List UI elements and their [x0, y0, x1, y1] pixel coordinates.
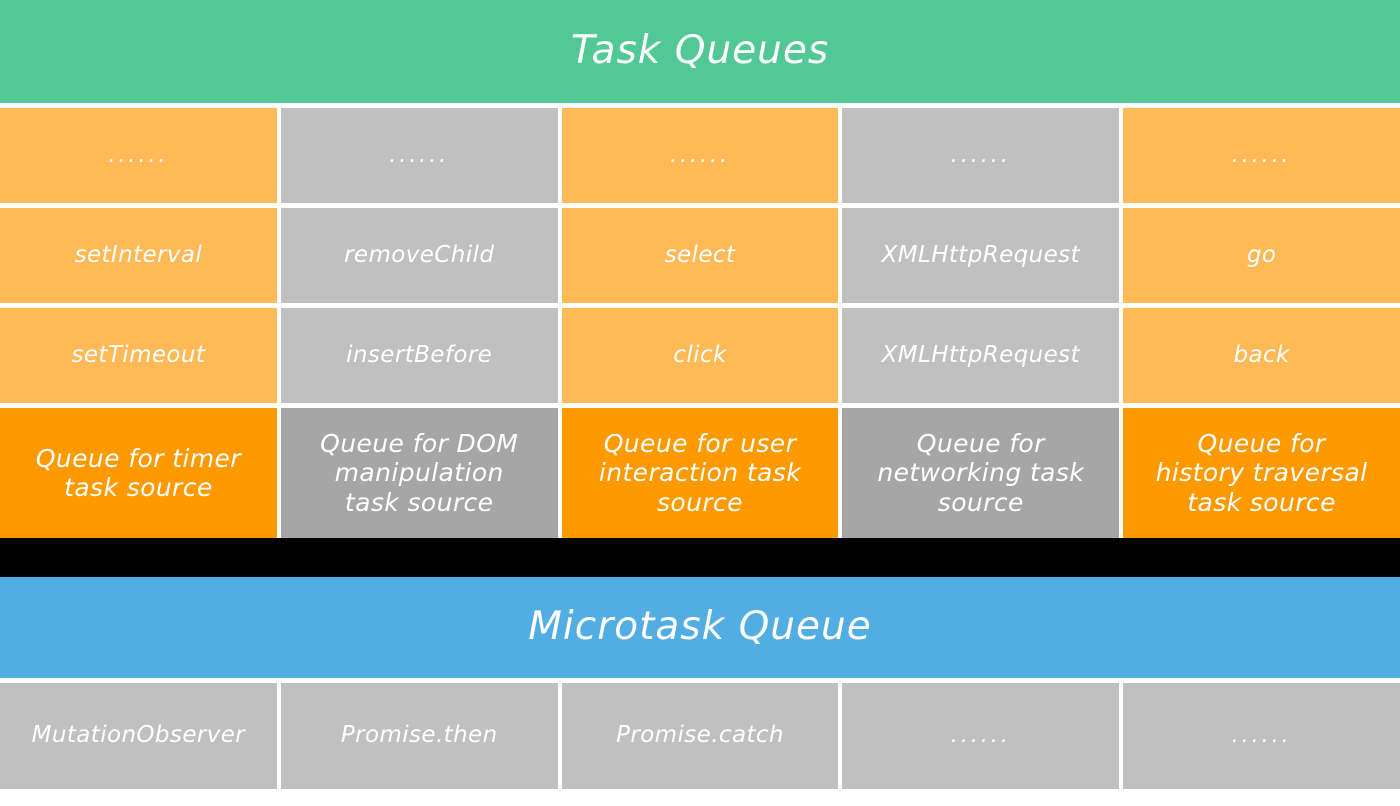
ellipsis-text: ...... — [389, 142, 450, 168]
task-cell-ellipsis-history[interactable]: ...... — [1123, 108, 1400, 203]
queue-label-dom[interactable]: Queue for DOM manipulation task source — [280, 408, 558, 538]
task-cell-ellipsis-dom[interactable]: ...... — [280, 108, 558, 203]
task-cell-click[interactable]: click — [561, 308, 839, 403]
queue-label-networking[interactable]: Queue for networking task source — [842, 408, 1120, 538]
task-cell-removechild[interactable]: removeChild — [280, 208, 558, 303]
queue-label-history-traversal[interactable]: Queue for history traversal task source — [1123, 408, 1400, 538]
ellipsis-text: ...... — [950, 723, 1011, 749]
task-entry-label: setTimeout — [71, 341, 206, 368]
microtask-cell-mutationobserver[interactable]: MutationObserver — [0, 683, 277, 789]
task-entry-label: XMLHttpRequest — [881, 241, 1080, 268]
task-queue-label-row: Queue for timer task source Queue for DO… — [0, 403, 1400, 538]
task-entry-label: removeChild — [344, 241, 495, 268]
task-queue-diagram: Task Queues ...... ...... ...... ...... … — [0, 0, 1400, 806]
task-cell-ellipsis-user[interactable]: ...... — [561, 108, 839, 203]
queue-label-text: Queue for DOM manipulation task source — [320, 428, 519, 517]
task-entry-label: setInterval — [74, 241, 203, 268]
task-queue-entry-row-2: setTimeout insertBefore click XMLHttpReq… — [0, 303, 1400, 403]
microtask-entry-label: Promise.catch — [616, 722, 784, 749]
queue-label-timer[interactable]: Queue for timer task source — [0, 408, 277, 538]
queue-label-text: Queue for history traversal task source — [1155, 428, 1368, 517]
queue-label-text: Queue for timer task source — [35, 443, 241, 503]
task-queues-title: Task Queues — [570, 28, 830, 74]
task-cell-select[interactable]: select — [561, 208, 839, 303]
task-entry-label: insertBefore — [346, 341, 493, 368]
task-cell-setinterval[interactable]: setInterval — [0, 208, 277, 303]
microtask-entry-label: MutationObserver — [31, 722, 246, 749]
microtask-cell-ellipsis-1[interactable]: ...... — [842, 683, 1120, 789]
task-queue-ellipsis-row: ...... ...... ...... ...... ...... — [0, 103, 1400, 203]
queue-label-text: Queue for user interaction task source — [598, 428, 802, 517]
microtask-cell-ellipsis-2[interactable]: ...... — [1123, 683, 1400, 789]
ellipsis-text: ...... — [1231, 723, 1292, 749]
section-separator-bar — [0, 538, 1400, 577]
task-cell-xmlhttprequest-1[interactable]: XMLHttpRequest — [842, 208, 1120, 303]
task-entry-label: click — [673, 341, 727, 368]
task-cell-ellipsis-network[interactable]: ...... — [842, 108, 1120, 203]
microtask-entry-row: MutationObserver Promise.then Promise.ca… — [0, 678, 1400, 789]
task-cell-insertbefore[interactable]: insertBefore — [280, 308, 558, 403]
task-cell-xmlhttprequest-2[interactable]: XMLHttpRequest — [842, 308, 1120, 403]
queue-label-text: Queue for networking task source — [877, 428, 1085, 517]
microtask-cell-promise-catch[interactable]: Promise.catch — [561, 683, 839, 789]
ellipsis-text: ...... — [108, 142, 169, 168]
ellipsis-text: ...... — [1231, 142, 1292, 168]
ellipsis-text: ...... — [670, 142, 730, 168]
microtask-queue-banner: Microtask Queue — [0, 577, 1400, 678]
task-entry-label: go — [1246, 241, 1277, 268]
task-entry-label: XMLHttpRequest — [881, 341, 1080, 368]
task-cell-ellipsis-timer[interactable]: ...... — [0, 108, 277, 203]
task-entry-label: back — [1233, 341, 1290, 368]
task-entry-label: select — [664, 241, 736, 268]
task-cell-back[interactable]: back — [1123, 308, 1400, 403]
task-cell-go[interactable]: go — [1123, 208, 1400, 303]
queue-label-user-interaction[interactable]: Queue for user interaction task source — [561, 408, 839, 538]
task-queue-entry-row-1: setInterval removeChild select XMLHttpRe… — [0, 203, 1400, 303]
microtask-cell-promise-then[interactable]: Promise.then — [280, 683, 558, 789]
task-queues-banner: Task Queues — [0, 0, 1400, 103]
ellipsis-text: ...... — [950, 142, 1011, 168]
microtask-entry-label: Promise.then — [340, 722, 498, 749]
microtask-queue-title: Microtask Queue — [528, 604, 872, 650]
task-cell-settimeout[interactable]: setTimeout — [0, 308, 277, 403]
